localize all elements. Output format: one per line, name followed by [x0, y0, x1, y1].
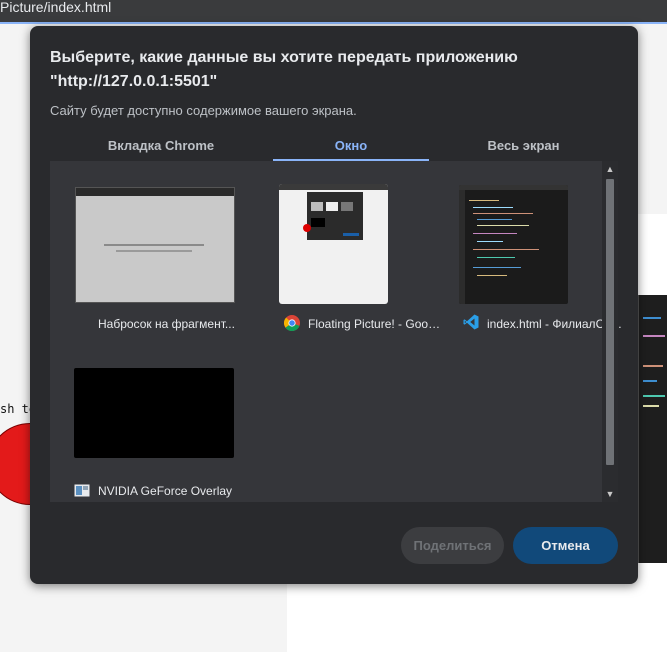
window-tile[interactable]: NVIDIA GeForce Overlay: [50, 351, 250, 502]
address-bar-url[interactable]: Picture/index.html: [0, 0, 111, 14]
scrollbar-thumb[interactable]: [606, 179, 614, 465]
window-thumbnail: [459, 185, 568, 304]
window-thumbnail: [279, 184, 388, 304]
source-tabs: Вкладка Chrome Окно Весь экран: [50, 131, 618, 162]
address-bar[interactable]: Picture/index.html: [0, 0, 667, 24]
window-thumbnail: [75, 187, 235, 303]
code-line: [643, 317, 661, 319]
share-button[interactable]: Поделиться: [401, 527, 504, 564]
cancel-button[interactable]: Отмена: [513, 527, 618, 564]
code-line: [643, 335, 665, 337]
window-tile[interactable]: Набросок на фрагмент...: [50, 161, 250, 351]
share-screen-dialog: Выберите, какие данные вы хотите передат…: [30, 26, 638, 584]
vscode-icon: [463, 314, 479, 330]
dialog-title: Выберите, какие данные вы хотите передат…: [50, 49, 518, 90]
background-code-editor: [637, 295, 667, 563]
tab-chrome-tab[interactable]: Вкладка Chrome: [50, 131, 272, 161]
nvidia-overlay-icon: [74, 484, 90, 497]
window-tile[interactable]: index.html - ФилиалСХ...: [430, 161, 622, 351]
window-tile[interactable]: Floating Picture! - Goog...: [250, 161, 444, 351]
scroll-up-icon[interactable]: ▲: [604, 164, 616, 174]
code-line: [643, 380, 657, 382]
window-title: Floating Picture! - Goog...: [308, 317, 444, 331]
window-title: NVIDIA GeForce Overlay: [98, 484, 233, 498]
window-list: Набросок на фрагмент... Floating Picture…: [50, 161, 622, 502]
window-title: Набросок на фрагмент...: [98, 317, 235, 331]
scroll-down-icon[interactable]: ▼: [604, 489, 616, 499]
dialog-subtitle: Сайту будет доступно содержимое вашего э…: [50, 103, 357, 118]
window-thumbnail: [74, 368, 234, 458]
code-line: [643, 405, 659, 407]
tab-window[interactable]: Окно: [273, 131, 429, 161]
chrome-icon: [284, 315, 300, 331]
window-list-scrollbar[interactable]: ▲ ▼: [602, 161, 618, 502]
tab-entire-screen[interactable]: Весь экран: [429, 131, 618, 161]
code-line: [643, 365, 663, 367]
code-line: [643, 395, 665, 397]
